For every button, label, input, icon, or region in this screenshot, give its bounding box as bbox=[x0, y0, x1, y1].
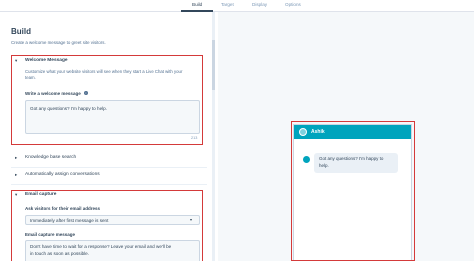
top-tabs: Build Target Display Options bbox=[0, 0, 474, 12]
email-message-label: Email capture message bbox=[25, 232, 76, 237]
collapse-caret-icon[interactable]: ▾ bbox=[15, 58, 17, 64]
welcome-desc-line1: Customize what your website visitors wil… bbox=[25, 69, 183, 74]
email-message-textarea[interactable]: Don't have time to wait for a response? … bbox=[25, 240, 200, 261]
info-icon[interactable]: i bbox=[84, 91, 88, 95]
tab-target[interactable]: Target bbox=[221, 2, 234, 7]
welcome-desc-line2: team. bbox=[25, 75, 36, 80]
collapse-caret-icon[interactable]: ▾ bbox=[15, 192, 17, 198]
section-divider bbox=[11, 167, 207, 168]
email-timing-select[interactable]: Immediately after first message is sent bbox=[25, 215, 200, 225]
preview-highlight bbox=[291, 121, 415, 261]
page-subtitle: Create a welcome message to greet site v… bbox=[11, 40, 106, 45]
character-counter: 213 bbox=[191, 136, 198, 140]
email-message-line1: Don't have time to wait for a response? … bbox=[30, 244, 172, 249]
assign-section-title[interactable]: Automatically assign conversations bbox=[25, 172, 100, 177]
welcome-field-label: Write a welcome message bbox=[25, 91, 81, 96]
expand-caret-icon[interactable]: ▸ bbox=[15, 155, 17, 161]
email-ask-label: Ask visitors for their email address bbox=[25, 206, 101, 211]
section-divider bbox=[11, 184, 207, 185]
page-title: Build bbox=[11, 27, 31, 36]
welcome-section-title[interactable]: Welcome Message bbox=[25, 58, 68, 63]
knowledge-section-title[interactable]: Knowledge base search bbox=[25, 155, 76, 160]
email-message-line2: in touch as soon as possible. bbox=[30, 251, 89, 256]
email-section-title[interactable]: Email capture bbox=[25, 192, 56, 197]
chevron-down-icon[interactable]: ▾ bbox=[190, 217, 192, 222]
tab-options[interactable]: Options bbox=[285, 2, 301, 7]
tab-display[interactable]: Display bbox=[252, 2, 267, 7]
expand-caret-icon[interactable]: ▸ bbox=[15, 172, 17, 178]
tab-build[interactable]: Build bbox=[192, 2, 202, 7]
welcome-message-textarea[interactable]: Got any questions? I'm happy to help. bbox=[25, 100, 200, 134]
panel-scrollbar-thumb[interactable] bbox=[212, 40, 215, 90]
